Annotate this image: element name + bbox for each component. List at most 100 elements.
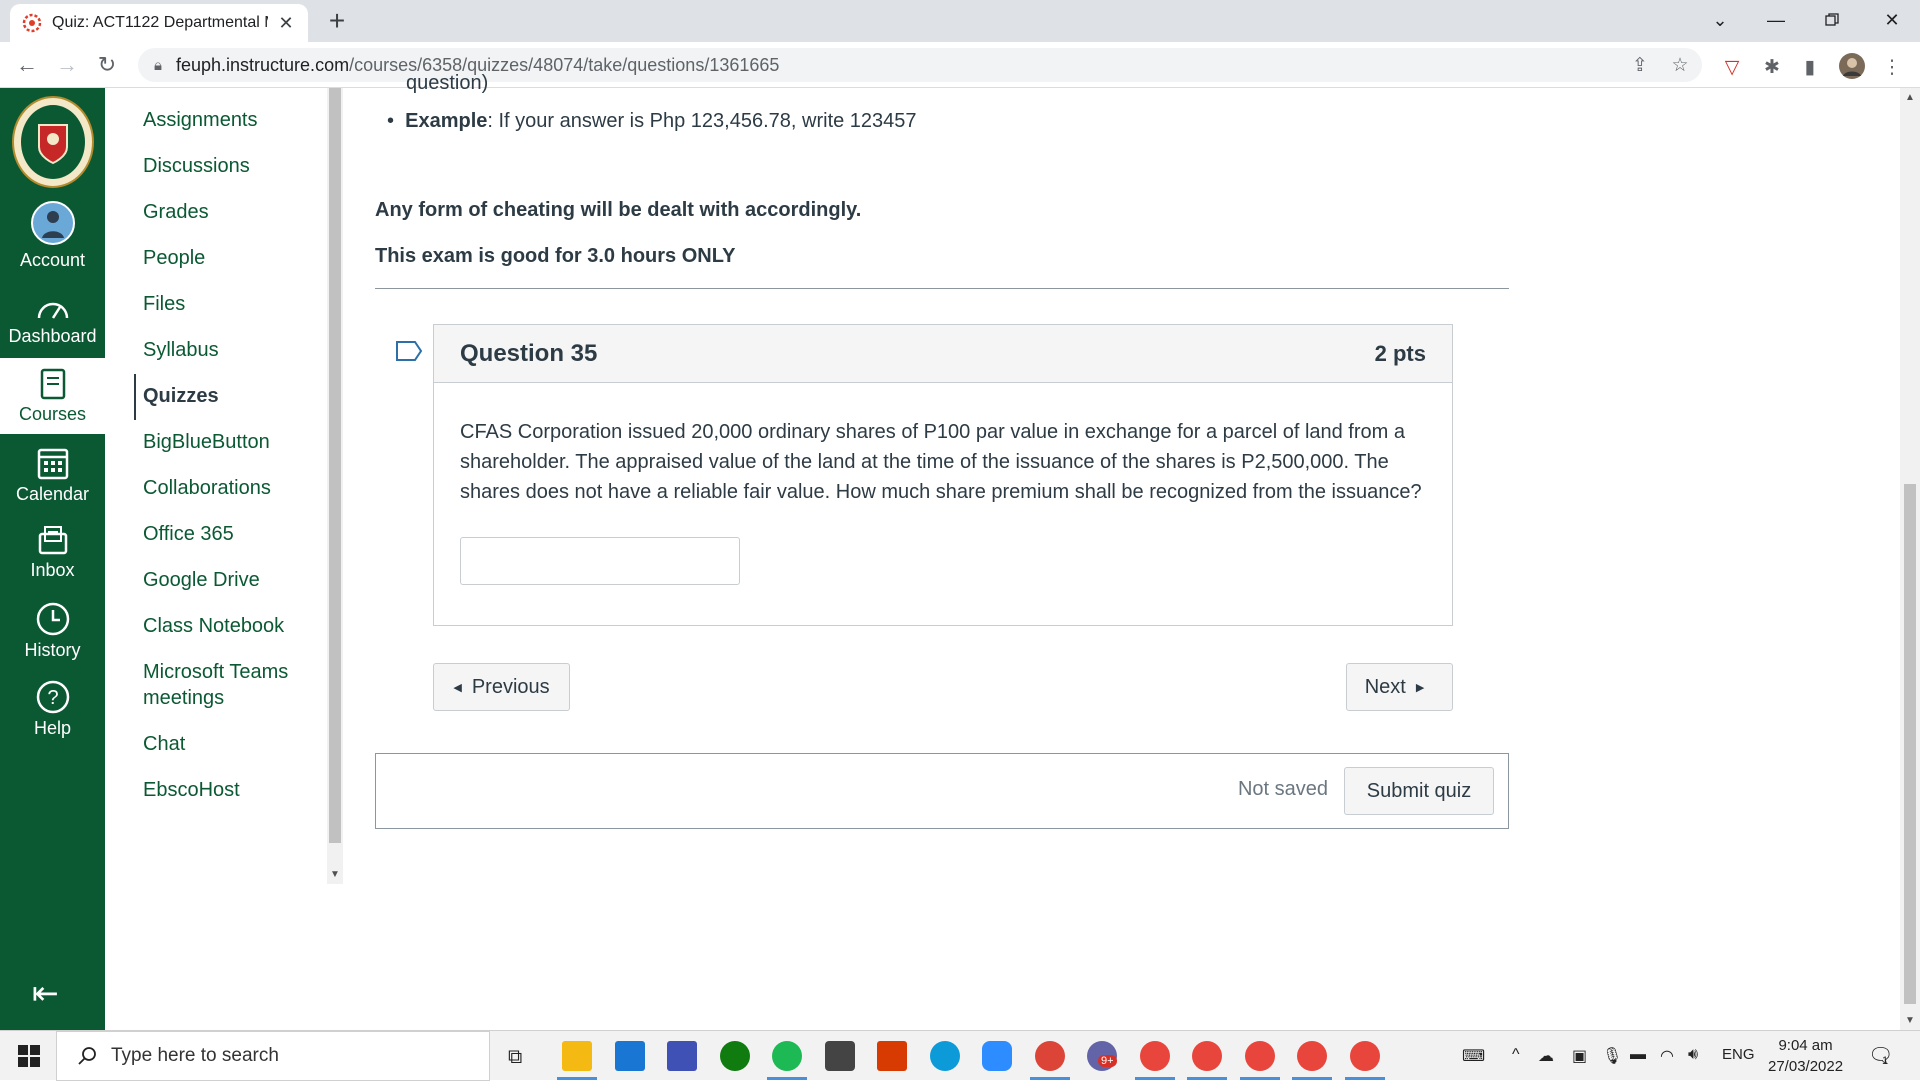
global-nav-courses[interactable]: Courses <box>0 358 105 434</box>
page-scroll-thumb[interactable] <box>1904 484 1916 1004</box>
bookmark-star-icon[interactable]: ☆ <box>1668 54 1692 78</box>
question-title: Question 35 <box>460 339 598 367</box>
course-nav-people[interactable]: People <box>143 245 205 271</box>
profile-avatar[interactable] <box>1838 52 1865 79</box>
task-view-icon[interactable]: ⧉ <box>508 1046 522 1069</box>
forward-icon[interactable]: → <box>52 50 82 80</box>
global-nav-history-label: History <box>24 640 81 660</box>
submit-quiz-label: Submit quiz <box>1366 779 1472 802</box>
course-nav-ebscohost[interactable]: EbscoHost <box>143 777 240 803</box>
course-nav-discussions[interactable]: Discussions <box>143 153 250 179</box>
notification-center-icon[interactable]: 🗨︎ <box>1868 1043 1893 1068</box>
input-language[interactable]: ENG <box>1722 1046 1755 1063</box>
university-logo[interactable] <box>0 88 105 196</box>
onedrive-cloud-icon[interactable]: ☁ <box>1538 1046 1554 1066</box>
save-status: Not saved <box>1237 778 1328 800</box>
microphone-icon[interactable]: 🎙︎ <box>1602 1046 1622 1066</box>
wifi-icon[interactable]: ◠ <box>1660 1046 1674 1066</box>
previous-button-label: Previous <box>471 675 550 698</box>
new-tab-icon[interactable]: + <box>322 6 352 36</box>
caret-left-icon: ◀ <box>453 681 462 694</box>
lock-icon: 🔒︎ <box>154 56 162 74</box>
course-navigation: Assignments Discussions Grades People Fi… <box>105 88 327 880</box>
course-nav-google-drive[interactable]: Google Drive <box>143 567 260 593</box>
windows-taskbar: Type here to search ⧉ 9+ ⌨ ^ ☁ ▣ 🎙︎ ▬ ◠ … <box>0 1030 1920 1081</box>
collapse-nav-icon[interactable]: ⇤ <box>32 974 59 1012</box>
page-scrollbar[interactable]: ▲ ▼ <box>1900 88 1920 1030</box>
chrome-profile-icon[interactable] <box>1192 1041 1222 1071</box>
global-nav-help[interactable]: ? Help <box>0 680 105 739</box>
quiz-content: question) • Example: If your answer is P… <box>343 72 1900 1030</box>
global-nav-calendar[interactable]: Calendar <box>0 446 105 505</box>
zoom-icon[interactable] <box>982 1041 1012 1071</box>
keyboard-icon[interactable]: ⌨ <box>1462 1046 1485 1066</box>
share-icon[interactable]: ⇪ <box>1628 54 1652 78</box>
file-explorer-icon[interactable] <box>562 1041 592 1071</box>
notification-count: 1 <box>1882 1055 1889 1067</box>
chrome-profile-icon[interactable] <box>1350 1041 1380 1071</box>
browser-menu-icon[interactable]: ⋮ <box>1880 56 1904 80</box>
battery-icon[interactable]: ▬ <box>1630 1046 1646 1064</box>
page-scroll-up-icon[interactable]: ▲ <box>1905 92 1915 103</box>
url-host: feuph.instructure.com <box>175 54 350 75</box>
side-panel-icon[interactable]: ▮ <box>1798 56 1822 80</box>
taskbar-clock[interactable]: 9:04 am 27/03/2022 <box>1768 1035 1843 1077</box>
course-nav-scrollbar[interactable]: ▼ <box>327 88 343 884</box>
global-nav-dashboard[interactable]: Dashboard <box>0 294 105 347</box>
time-limit-notice: This exam is good for 3.0 hours ONLY <box>375 245 736 267</box>
submit-quiz-button[interactable]: Submit quiz <box>1344 767 1494 815</box>
chrome-icon[interactable] <box>1035 1041 1065 1071</box>
taskbar-search[interactable]: Type here to search <box>56 1031 490 1081</box>
spotify-icon[interactable] <box>772 1041 802 1071</box>
course-nav-office-365[interactable]: Office 365 <box>143 521 234 547</box>
unity-icon[interactable] <box>825 1041 855 1071</box>
windows-start-icon[interactable] <box>18 1045 40 1067</box>
tab-search-icon[interactable]: ⌄ <box>1692 0 1748 40</box>
global-nav-history[interactable]: History <box>0 602 105 661</box>
close-window-icon[interactable]: ✕ <box>1864 0 1920 40</box>
course-nav-chat[interactable]: Chat <box>143 731 185 757</box>
course-nav-bigbluebutton[interactable]: BigBlueButton <box>143 429 270 455</box>
flag-question-icon[interactable] <box>395 340 423 362</box>
address-bar[interactable]: 🔒︎ feuph.instructure.com/courses/6358/qu… <box>138 48 1702 82</box>
edge-icon[interactable] <box>930 1041 960 1071</box>
course-nav-grades[interactable]: Grades <box>143 199 209 225</box>
course-nav-class-notebook[interactable]: Class Notebook <box>143 613 284 639</box>
browser-tab[interactable]: Quiz: ACT1122 Departmental Mid ✕ <box>10 4 308 42</box>
meet-now-icon[interactable]: ▣ <box>1572 1046 1587 1066</box>
course-nav-quizzes[interactable]: Quizzes <box>143 383 219 409</box>
global-nav-help-label: Help <box>33 718 72 738</box>
restore-icon[interactable] <box>1804 0 1860 40</box>
whiteboard-icon[interactable] <box>667 1041 697 1071</box>
previous-button[interactable]: ◀ Previous <box>433 663 570 711</box>
scroll-down-arrow-icon[interactable]: ▼ <box>330 869 340 880</box>
volume-icon[interactable]: 🔊︎ <box>1688 1046 1698 1064</box>
global-nav-account[interactable]: Account <box>0 200 105 271</box>
course-nav-assignments[interactable]: Assignments <box>143 107 258 133</box>
chrome-profile-icon[interactable] <box>1245 1041 1275 1071</box>
chrome-profile-icon[interactable] <box>1140 1041 1170 1071</box>
reload-icon[interactable]: ↻ <box>92 50 122 80</box>
extensions-puzzle-icon[interactable]: ✱ <box>1760 56 1784 80</box>
global-nav-inbox[interactable]: Inbox <box>0 524 105 581</box>
office-icon[interactable] <box>877 1041 907 1071</box>
page-scroll-down-icon[interactable]: ▼ <box>1905 1015 1915 1026</box>
answer-input[interactable] <box>460 537 740 585</box>
mail-icon[interactable] <box>615 1041 645 1071</box>
course-nav-syllabus[interactable]: Syllabus <box>143 337 219 363</box>
back-icon[interactable]: ← <box>12 50 42 80</box>
course-nav-files[interactable]: Files <box>143 291 185 317</box>
extension-pocket-icon[interactable]: ▽ <box>1720 56 1744 80</box>
tab-close-icon[interactable]: ✕ <box>276 13 296 34</box>
caret-right-icon: ▶ <box>1415 681 1425 694</box>
chrome-profile-icon[interactable] <box>1297 1041 1327 1071</box>
next-button[interactable]: Next ▶ <box>1346 663 1453 711</box>
course-nav-microsoft-teams[interactable]: Microsoft Teams meetings <box>143 659 313 711</box>
course-nav-scroll-thumb[interactable] <box>329 88 341 843</box>
course-nav-collaborations[interactable]: Collaborations <box>143 475 271 501</box>
clipped-instruction-text: question) <box>406 72 489 94</box>
account-avatar-icon <box>30 201 75 245</box>
show-hidden-icons[interactable]: ^ <box>1512 1046 1520 1064</box>
xbox-icon[interactable] <box>720 1041 750 1071</box>
minimize-icon[interactable]: — <box>1748 0 1804 40</box>
